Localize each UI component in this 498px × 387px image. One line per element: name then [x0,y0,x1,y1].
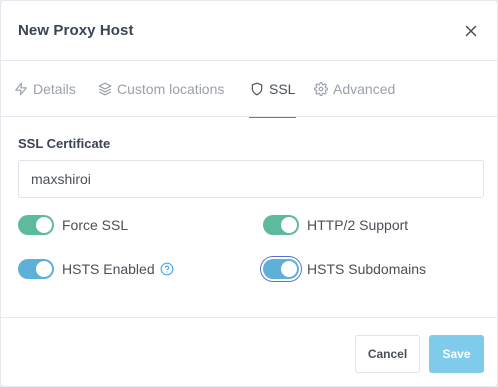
tab-details[interactable]: Details [14,61,76,117]
http2-support-toggle[interactable]: HTTP/2 Support [263,215,408,235]
lightning-icon [15,82,27,96]
hsts-enabled-toggle[interactable]: HSTS Enabled [18,259,174,279]
hsts-subdomains-switch[interactable] [263,259,299,279]
gear-icon [314,82,328,96]
shield-icon [251,82,263,96]
ssl-certificate-label: SSL Certificate [18,136,111,151]
hsts-enabled-label: HSTS Enabled [62,261,155,277]
http2-support-switch[interactable] [263,215,299,235]
ssl-certificate-value: maxshiroi [31,171,91,187]
http2-support-label: HTTP/2 Support [307,217,409,233]
close-button[interactable] [463,23,479,39]
tab-ssl-label: SSL [269,81,296,97]
force-ssl-label: Force SSL [62,217,129,233]
tab-custom-locations-label: Custom locations [117,81,225,97]
tab-advanced-label: Advanced [333,81,396,97]
close-icon [465,25,477,36]
hsts-subdomains-label: HSTS Subdomains [307,261,427,277]
modal-title: New Proxy Host [18,22,134,39]
new-proxy-host-modal: New Proxy Host Details Custom locations [0,0,498,387]
tab-advanced[interactable]: Advanced [314,61,395,117]
force-ssl-toggle[interactable]: Force SSL [18,215,128,235]
tab-details-label: Details [33,81,76,97]
cancel-button[interactable]: Cancel [355,335,420,373]
save-button[interactable]: Save [429,335,484,373]
help-icon[interactable] [160,262,174,276]
modal-header: New Proxy Host [1,1,497,61]
layers-icon [98,82,112,96]
hsts-subdomains-toggle[interactable]: HSTS Subdomains [263,259,426,279]
ssl-certificate-select[interactable]: maxshiroi [18,160,484,198]
modal-footer: Cancel Save [1,317,497,386]
force-ssl-switch[interactable] [18,215,54,235]
tab-ssl[interactable]: SSL [248,61,297,118]
tab-bar: Details Custom locations SSL Advanced [1,61,497,118]
tab-custom-locations[interactable]: Custom locations [98,61,224,117]
hsts-enabled-switch[interactable] [18,259,54,279]
